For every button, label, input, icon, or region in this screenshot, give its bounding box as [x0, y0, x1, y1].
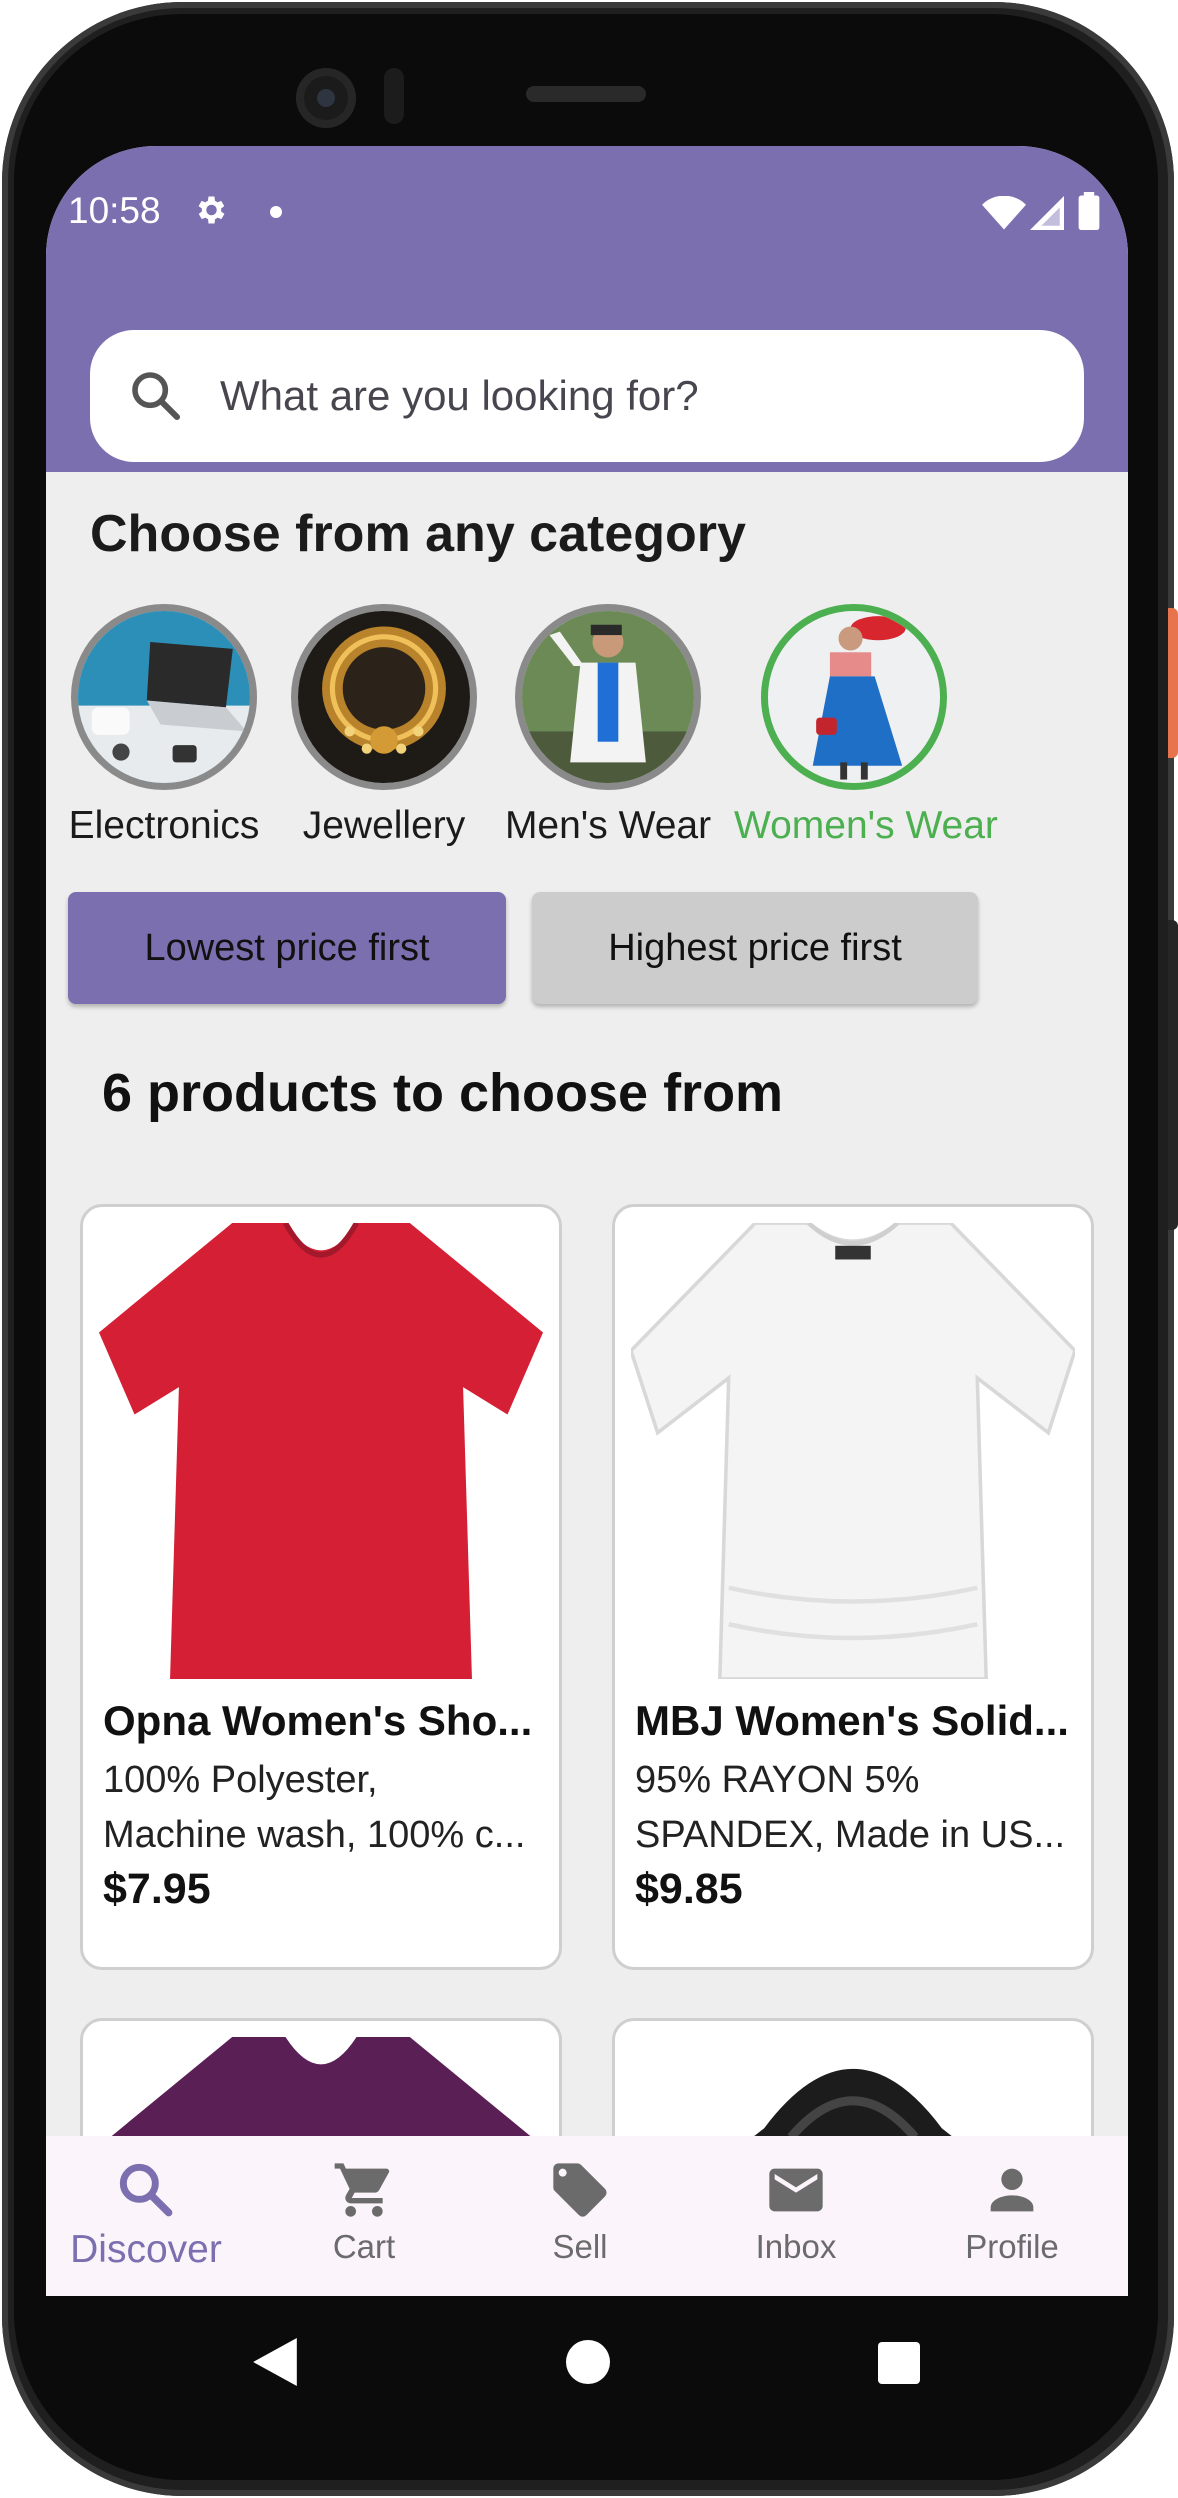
- search-icon: [132, 372, 181, 421]
- wifi-icon: [982, 196, 1026, 230]
- product-title: Opna Women's Sho...: [103, 1697, 533, 1744]
- nav-cart[interactable]: Cart: [264, 2158, 464, 2266]
- product-description-line: Machine wash, 100% c...: [103, 1814, 526, 1856]
- settings-gear-icon: [198, 196, 225, 224]
- category-label: Electronics: [68, 804, 260, 847]
- volume-button[interactable]: [1168, 920, 1178, 1230]
- products-count-title: 6 products to choose from: [102, 1063, 784, 1123]
- nav-label: Sell: [552, 2228, 608, 2265]
- nav-label: Profile: [965, 2228, 1059, 2265]
- category-label: Men's Wear: [504, 804, 712, 847]
- product-description-line: 100% Polyester,: [103, 1759, 378, 1801]
- product-card[interactable]: Opna Women's Sho... 100% Polyester, Mach…: [80, 1204, 562, 1970]
- product-description-line: SPANDEX, Made in US...: [635, 1814, 1066, 1856]
- product-description: 95% RAYON 5% SPANDEX, Made in US...: [635, 1753, 1075, 1863]
- front-camera: [296, 68, 356, 128]
- category-jewellery[interactable]: Jewellery: [274, 604, 494, 848]
- category-electronics[interactable]: Electronics: [54, 604, 274, 848]
- category-image-womens-wear: [761, 604, 947, 790]
- power-button[interactable]: [1168, 608, 1178, 758]
- system-navigation-bar: [46, 2296, 1128, 2426]
- nav-sell[interactable]: Sell: [480, 2158, 680, 2266]
- person-icon: [990, 2168, 1034, 2212]
- cart-icon: [334, 2163, 390, 2217]
- nav-label: Cart: [332, 2228, 396, 2265]
- category-label: Women's Wear: [734, 804, 998, 847]
- status-bar: 10:58: [46, 146, 1128, 286]
- product-price: $9.85: [635, 1865, 743, 1913]
- category-image-jewellery: [291, 604, 477, 790]
- nav-profile[interactable]: Profile: [912, 2158, 1112, 2266]
- category-image-electronics: [71, 604, 257, 790]
- product-image-white-top: [631, 1223, 1075, 1679]
- home-circle-icon[interactable]: [566, 2340, 610, 2384]
- mail-icon: [769, 2168, 823, 2212]
- sort-lowest-price-button[interactable]: Lowest price first: [68, 892, 506, 1004]
- search-bar[interactable]: [90, 330, 1084, 462]
- notification-dot-icon: [270, 206, 282, 218]
- product-description: 100% Polyester, Machine wash, 100% c...: [103, 1753, 543, 1863]
- sort-highest-price-button[interactable]: Highest price first: [532, 892, 978, 1004]
- product-image-red-tshirt: [99, 1223, 543, 1679]
- product-description-line: 95% RAYON 5%: [635, 1759, 920, 1801]
- category-image-mens-wear: [515, 604, 701, 790]
- back-triangle-icon[interactable]: [252, 2338, 298, 2386]
- earpiece-speaker: [526, 86, 646, 102]
- product-price: $7.95: [103, 1865, 211, 1913]
- category-mens-wear[interactable]: Men's Wear: [498, 604, 718, 848]
- product-title: MBJ Women's Solid...: [635, 1697, 1069, 1744]
- app-header: 10:58: [46, 146, 1128, 472]
- category-womens-wear[interactable]: Women's Wear: [734, 604, 998, 848]
- nav-label: Inbox: [755, 2228, 837, 2265]
- product-card[interactable]: MBJ Women's Solid... 95% RAYON 5% SPANDE…: [612, 1204, 1094, 1970]
- recents-square-icon[interactable]: [878, 2342, 920, 2384]
- category-section-title: Choose from any category: [90, 505, 746, 563]
- status-time: 10:58: [68, 190, 161, 231]
- tag-icon: [553, 2163, 607, 2217]
- bottom-navigation-bar: Discover Cart Sell Inbox Profile: [46, 2136, 1128, 2296]
- category-label: Jewellery: [302, 804, 466, 847]
- cell-signal-icon: [1030, 196, 1064, 230]
- proximity-sensor: [384, 68, 404, 124]
- app-screen: 10:58 Choose from any category: [46, 146, 1128, 2296]
- search-icon: [119, 2163, 173, 2217]
- nav-discover[interactable]: Discover: [46, 2158, 246, 2272]
- search-input[interactable]: [220, 358, 1040, 434]
- nav-label: Discover: [70, 2228, 222, 2271]
- battery-icon: [1078, 192, 1100, 230]
- nav-inbox[interactable]: Inbox: [696, 2158, 896, 2266]
